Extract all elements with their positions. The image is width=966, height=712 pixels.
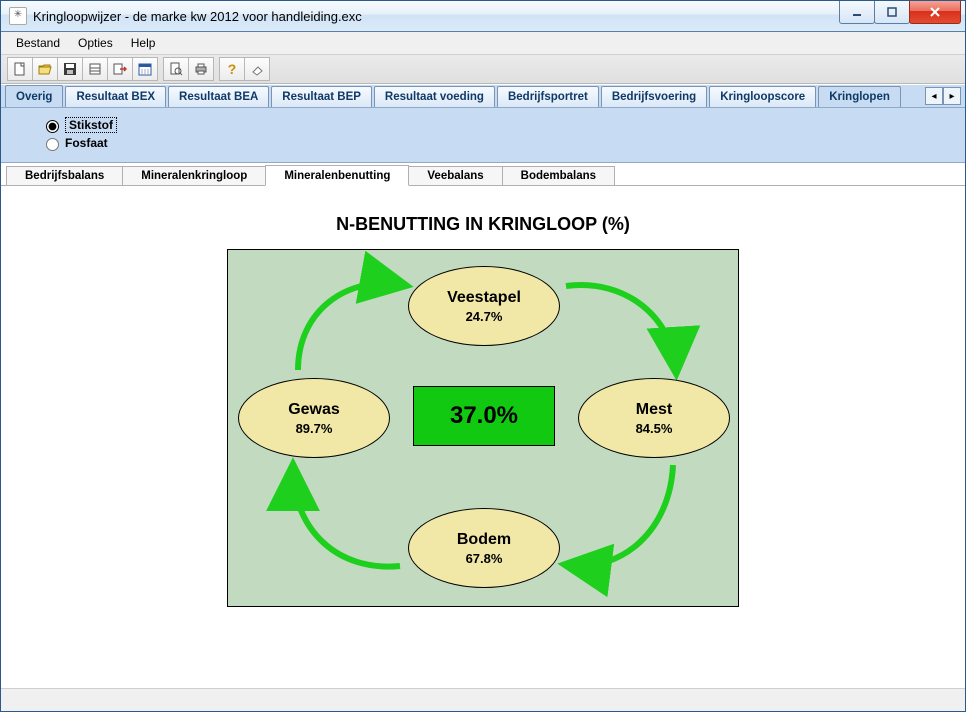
chevron-left-icon: ◂	[931, 91, 936, 102]
titlebar: ✳ Kringloopwijzer - de marke kw 2012 voo…	[1, 1, 965, 32]
toolbar-calendar[interactable]	[132, 57, 158, 81]
radio-stikstof-input[interactable]	[46, 120, 59, 133]
subtab-bodembalans[interactable]: Bodembalans	[502, 166, 615, 185]
tab-bedrijfsportret[interactable]: Bedrijfsportret	[497, 86, 599, 107]
tab-resultaat-bep[interactable]: Resultaat BEP	[271, 86, 372, 107]
element-radio-panel: Stikstof Fosfaat	[1, 108, 965, 163]
center-value-box: 37.0%	[413, 386, 555, 446]
node-veestapel-label: Veestapel	[447, 289, 521, 307]
menu-help[interactable]: Help	[122, 33, 165, 53]
node-bodem-label: Bodem	[457, 531, 511, 549]
window-title: Kringloopwijzer - de marke kw 2012 voor …	[33, 9, 839, 24]
tabs-scroll-right[interactable]: ▸	[943, 87, 961, 105]
toolbar-help[interactable]: ?	[219, 57, 245, 81]
secondary-tab-strip: Bedrijfsbalans Mineralenkringloop Minera…	[1, 163, 965, 186]
tab-resultaat-bea[interactable]: Resultaat BEA	[168, 86, 269, 107]
subtab-bedrijfsbalans[interactable]: Bedrijfsbalans	[6, 166, 123, 185]
radio-fosfaat-input[interactable]	[46, 138, 59, 151]
node-veestapel: Veestapel 24.7%	[408, 266, 560, 346]
node-gewas-value: 89.7%	[296, 421, 333, 436]
toolbar-preview[interactable]	[163, 57, 189, 81]
cycle-diagram: Veestapel 24.7% Mest 84.5% Bodem 67.8% G…	[227, 249, 739, 607]
radio-fosfaat-label: Fosfaat	[65, 136, 108, 150]
tab-kringloopscore[interactable]: Kringloopscore	[709, 86, 816, 107]
page-preview-icon	[169, 62, 183, 76]
toolbar-print-setup[interactable]	[82, 57, 108, 81]
toolbar-new[interactable]	[7, 57, 33, 81]
toolbar: ?	[1, 55, 965, 84]
menu-bestand[interactable]: Bestand	[7, 33, 69, 53]
menu-opties[interactable]: Opties	[69, 33, 122, 53]
new-file-icon	[13, 62, 27, 76]
toolbar-open[interactable]	[32, 57, 58, 81]
center-value: 37.0%	[450, 402, 518, 430]
menubar: Bestand Opties Help	[1, 32, 965, 55]
node-mest: Mest 84.5%	[578, 378, 730, 458]
app-window: ✳ Kringloopwijzer - de marke kw 2012 voo…	[0, 0, 966, 712]
close-button[interactable]	[909, 1, 961, 24]
help-icon: ?	[228, 61, 237, 77]
close-icon	[928, 6, 942, 18]
content-area: N-BENUTTING IN KRINGLOOP (%) Vee	[1, 186, 965, 688]
save-disk-icon	[63, 62, 77, 76]
open-folder-icon	[38, 62, 52, 76]
tab-resultaat-voeding[interactable]: Resultaat voeding	[374, 86, 495, 107]
subtab-mineralenkringloop[interactable]: Mineralenkringloop	[122, 166, 266, 185]
export-arrow-icon	[113, 62, 127, 76]
toolbar-export[interactable]	[107, 57, 133, 81]
print-grid-icon	[88, 62, 102, 76]
tab-resultaat-bex[interactable]: Resultaat BEX	[65, 86, 166, 107]
statusbar	[1, 688, 965, 711]
chart-title: N-BENUTTING IN KRINGLOOP (%)	[19, 214, 947, 235]
node-veestapel-value: 24.7%	[466, 309, 503, 324]
minimize-icon	[851, 6, 863, 18]
node-gewas-label: Gewas	[288, 401, 340, 419]
app-icon: ✳	[9, 7, 27, 25]
node-mest-value: 84.5%	[636, 421, 673, 436]
printer-icon	[194, 62, 208, 76]
eraser-icon	[250, 62, 264, 76]
radio-stikstof-label: Stikstof	[65, 117, 117, 133]
tab-kringlopen[interactable]: Kringlopen	[818, 86, 901, 107]
radio-fosfaat[interactable]: Fosfaat	[41, 134, 949, 152]
chevron-right-icon: ▸	[949, 91, 954, 102]
subtab-veebalans[interactable]: Veebalans	[408, 166, 502, 185]
maximize-button[interactable]	[874, 1, 910, 24]
maximize-icon	[886, 6, 898, 18]
toolbar-erase[interactable]	[244, 57, 270, 81]
radio-stikstof[interactable]: Stikstof	[41, 116, 949, 134]
toolbar-save[interactable]	[57, 57, 83, 81]
calendar-icon	[138, 62, 152, 76]
toolbar-print[interactable]	[188, 57, 214, 81]
tab-bedrijfsvoering[interactable]: Bedrijfsvoering	[601, 86, 707, 107]
node-bodem: Bodem 67.8%	[408, 508, 560, 588]
node-bodem-value: 67.8%	[466, 551, 503, 566]
node-gewas: Gewas 89.7%	[238, 378, 390, 458]
tabs-scroll-left[interactable]: ◂	[925, 87, 943, 105]
node-mest-label: Mest	[636, 401, 672, 419]
subtab-mineralenbenutting[interactable]: Mineralenbenutting	[265, 165, 409, 186]
tab-overig[interactable]: Overig	[5, 85, 63, 107]
minimize-button[interactable]	[839, 1, 875, 24]
main-tab-strip: Overig Resultaat BEX Resultaat BEA Resul…	[1, 84, 965, 108]
